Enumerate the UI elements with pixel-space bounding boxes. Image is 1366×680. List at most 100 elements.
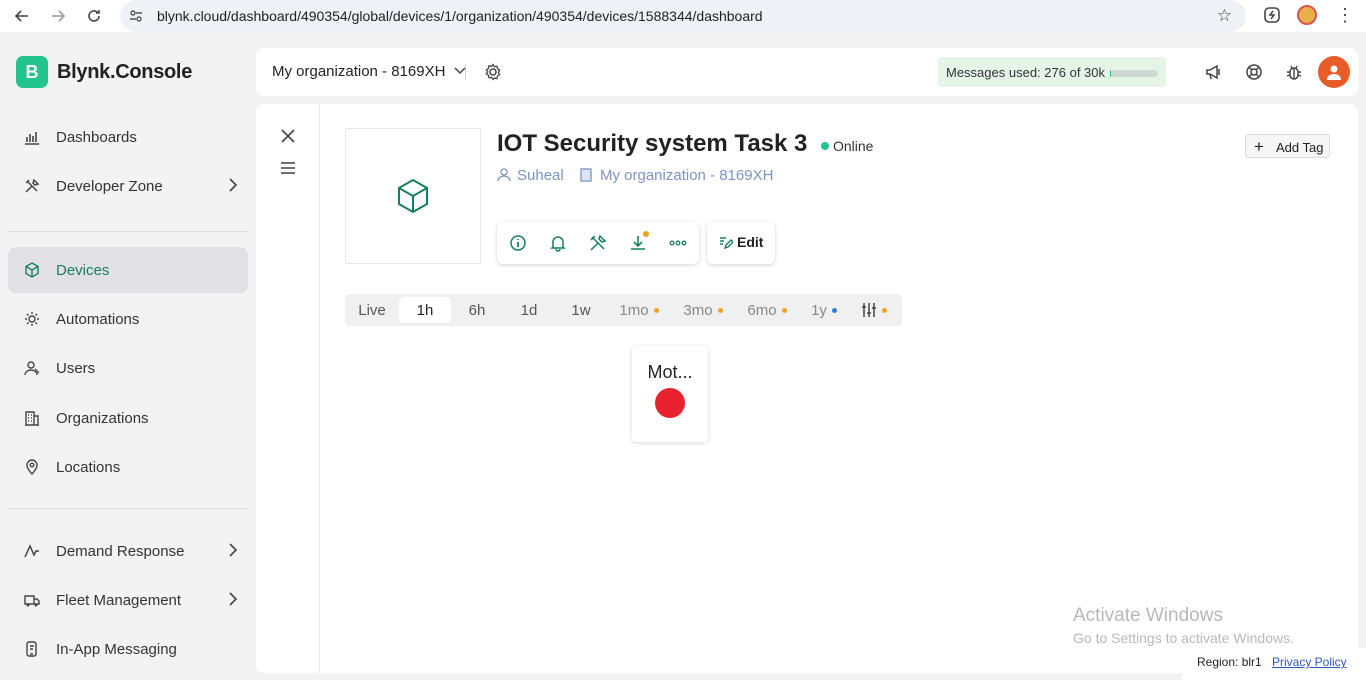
led-widget[interactable]: Mot... bbox=[632, 346, 708, 442]
chevron-right-icon bbox=[229, 543, 238, 557]
device-title: IOT Security system Task 3 bbox=[497, 130, 808, 157]
messages-progress-bar bbox=[1110, 70, 1158, 77]
range-1y[interactable]: 1y bbox=[801, 294, 847, 326]
cube-icon bbox=[398, 178, 428, 214]
premium-dot bbox=[653, 307, 659, 313]
led-indicator bbox=[655, 388, 685, 418]
bar-chart-icon bbox=[25, 132, 39, 145]
extension-icon[interactable] bbox=[1262, 5, 1282, 25]
device-image bbox=[345, 128, 481, 264]
messages-progress-fill bbox=[1110, 70, 1111, 77]
premium-dot bbox=[717, 307, 723, 313]
sidebar-item-demand-response[interactable]: Demand Response bbox=[8, 528, 248, 574]
range-3mo[interactable]: 3mo bbox=[673, 294, 733, 326]
edit-dashboard-button[interactable]: Edit bbox=[707, 222, 775, 264]
sidebar-item-fleet-management[interactable]: Fleet Management bbox=[8, 577, 248, 623]
device-status: Online bbox=[833, 138, 874, 154]
site-settings-icon[interactable] bbox=[128, 8, 146, 24]
organization-selector[interactable]: My organization - 8169XH bbox=[272, 63, 466, 80]
add-tag-button[interactable]: + Add Tag bbox=[1245, 134, 1330, 158]
header-separator bbox=[465, 64, 466, 80]
sidebar-item-users[interactable]: Users bbox=[8, 345, 248, 391]
sidebar-item-label: Organizations bbox=[56, 409, 149, 427]
device-actions bbox=[497, 222, 699, 264]
device-owner-link[interactable]: Suheal bbox=[517, 167, 564, 184]
info-icon[interactable] bbox=[509, 234, 527, 252]
privacy-policy-link[interactable]: Privacy Policy bbox=[1272, 655, 1347, 669]
add-tag-label: Add Tag bbox=[1276, 140, 1324, 155]
bookmark-star-icon[interactable]: ☆ bbox=[1217, 6, 1232, 26]
premium-dot bbox=[831, 307, 837, 313]
range-1w[interactable]: 1w bbox=[557, 294, 605, 326]
range-live[interactable]: Live bbox=[349, 294, 395, 326]
user-avatar[interactable] bbox=[1318, 56, 1350, 88]
range-1h[interactable]: 1h bbox=[399, 297, 451, 323]
device-organization-link[interactable]: My organization - 8169XH bbox=[600, 167, 773, 184]
sidebar-item-automations[interactable]: Automations bbox=[8, 296, 248, 342]
more-options-icon[interactable] bbox=[669, 234, 687, 252]
premium-dot bbox=[882, 307, 887, 313]
sidebar-item-dashboards[interactable]: Dashboards bbox=[8, 114, 248, 160]
sidebar-item-organizations[interactable]: Organizations bbox=[8, 395, 248, 441]
bell-icon[interactable] bbox=[549, 234, 567, 252]
sidebar-item-developer-zone[interactable]: Developer Zone bbox=[8, 163, 248, 209]
tools-icon[interactable] bbox=[589, 234, 607, 252]
forward-arrow-icon[interactable] bbox=[46, 4, 70, 28]
messages-label: Messages used: bbox=[946, 65, 1041, 80]
edit-label: Edit bbox=[737, 234, 764, 250]
custom-range-button[interactable] bbox=[851, 294, 897, 326]
sidebar-divider bbox=[8, 231, 248, 232]
browser-menu-icon[interactable]: ⋮ bbox=[1336, 5, 1354, 27]
chevron-right-icon bbox=[229, 592, 238, 606]
notification-dot bbox=[643, 231, 649, 237]
bug-icon[interactable] bbox=[1285, 63, 1303, 81]
online-status-dot bbox=[821, 142, 829, 150]
sidebar-item-label: In-App Messaging bbox=[56, 640, 177, 658]
building-icon bbox=[25, 411, 39, 426]
sidebar-item-in-app-messaging[interactable]: In-App Messaging bbox=[8, 626, 248, 672]
location-pin-icon bbox=[26, 459, 38, 475]
gear-icon[interactable] bbox=[484, 63, 502, 81]
sidebar-divider bbox=[8, 508, 248, 509]
device-panel: IOT Security system Task 3 Online Suheal… bbox=[256, 104, 1358, 673]
building-icon bbox=[580, 168, 592, 182]
address-bar[interactable]: blynk.cloud/dashboard/490354/global/devi… bbox=[120, 0, 1246, 32]
browser-profile-avatar[interactable] bbox=[1297, 5, 1317, 25]
sidebar-item-label: Fleet Management bbox=[56, 591, 182, 609]
reload-icon[interactable] bbox=[82, 4, 106, 28]
sidebar-item-label: Developer Zone bbox=[56, 177, 163, 195]
megaphone-icon[interactable] bbox=[1205, 63, 1223, 81]
automation-icon bbox=[25, 312, 39, 326]
support-lifebuoy-icon[interactable] bbox=[1245, 63, 1263, 81]
sidebar-item-label: Locations bbox=[56, 458, 121, 476]
range-6h[interactable]: 6h bbox=[453, 294, 501, 326]
sidebar-item-label: Users bbox=[56, 359, 96, 377]
browser-toolbar: blynk.cloud/dashboard/490354/global/devi… bbox=[0, 0, 1366, 32]
edit-dashboard-icon bbox=[720, 237, 733, 249]
range-6mo[interactable]: 6mo bbox=[737, 294, 797, 326]
close-icon[interactable] bbox=[280, 128, 296, 144]
chevron-down-icon bbox=[454, 67, 466, 75]
range-1mo[interactable]: 1mo bbox=[609, 294, 669, 326]
sidebar-item-devices[interactable]: Devices bbox=[8, 247, 248, 293]
range-1d[interactable]: 1d bbox=[505, 294, 553, 326]
region-footer: Region: blr1 Privacy Policy bbox=[1182, 648, 1366, 680]
users-icon bbox=[24, 361, 40, 376]
phone-message-icon bbox=[26, 641, 37, 657]
blynk-logo[interactable]: B bbox=[16, 56, 48, 88]
menu-icon[interactable] bbox=[280, 160, 296, 176]
url-text[interactable]: blynk.cloud/dashboard/490354/global/devi… bbox=[157, 8, 763, 24]
cube-icon bbox=[25, 262, 39, 278]
truck-icon bbox=[24, 595, 40, 607]
sidebar-item-label: Automations bbox=[56, 310, 140, 328]
chevron-right-icon bbox=[229, 178, 238, 192]
activate-windows-subtitle: Go to Settings to activate Windows. bbox=[1073, 630, 1294, 646]
organization-name: My organization - 8169XH bbox=[272, 63, 446, 80]
sidebar-item-label: Dashboards bbox=[56, 128, 137, 146]
activate-windows-title: Activate Windows bbox=[1073, 605, 1223, 626]
user-icon bbox=[1327, 65, 1341, 80]
back-arrow-icon[interactable] bbox=[10, 4, 34, 28]
premium-dot bbox=[781, 307, 787, 313]
sidebar-item-locations[interactable]: Locations bbox=[8, 444, 248, 490]
brand-name: Blynk.Console bbox=[57, 61, 193, 83]
